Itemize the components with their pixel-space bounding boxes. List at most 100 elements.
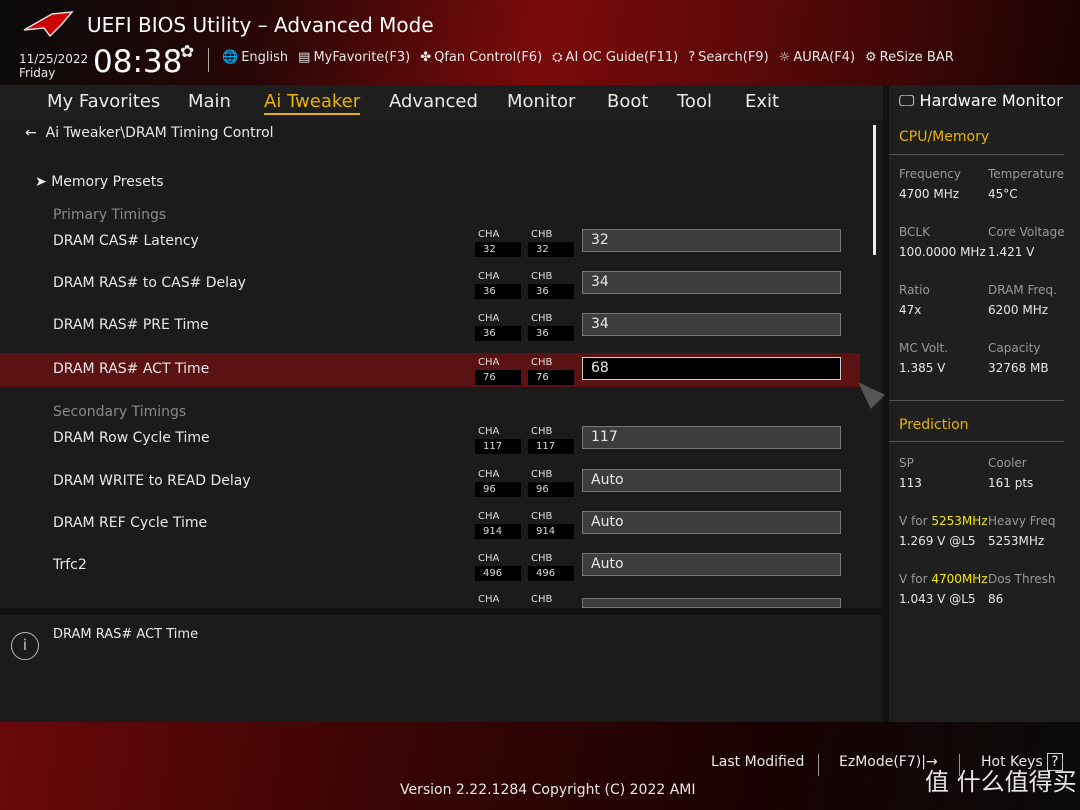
tab-monitor[interactable]: Monitor [507,85,575,112]
chb-readout: CHB 36 [528,313,574,341]
monitor-ratio: Ratio 47x [899,283,930,317]
tool-search-f9-[interactable]: ? Search(F9) [688,50,768,65]
table-row-partial[interactable]: CHA CHB [0,594,860,608]
tab-boot[interactable]: Boot [607,85,648,112]
version-text: Version 2.22.1284 Copyright (C) 2022 AMI [400,782,696,798]
chb-readout: CHB 96 [528,469,574,497]
tool-myfavorite-f3-[interactable]: ▤ MyFavorite(F3) [298,50,410,65]
divider [818,754,819,776]
v-for-4700: V for 4700MHz 1.043 V @L5 [899,572,988,606]
divider [889,441,1064,442]
value-input[interactable]: 34 [582,271,841,294]
date: 11/25/2022 Friday [19,52,89,80]
last-modified-button[interactable]: Last Modified [711,754,804,770]
sp: SP 113 [899,456,922,490]
chb-readout: CHB 76 [528,357,574,385]
cha-readout: CHA 36 [475,271,521,299]
favorite-icon: ▤ [298,50,311,65]
tool-aura-f4-[interactable]: ☼ AURA(F4) [779,50,855,65]
tool-qfan-control-f6-[interactable]: ✤ Qfan Control(F6) [420,50,542,65]
main-tabs: My Favorites Main Ai Tweaker Advanced Monito… [0,85,883,119]
cha-readout: CHA 496 [475,553,521,581]
table-row[interactable]: DRAM RAS# ACT Time CHA 76 CHB 76 68 [0,353,860,387]
footer: Last Modified EzMode(F7)|→ Hot Keys ? Ve… [0,722,1080,810]
breadcrumb[interactable]: ← Ai Tweaker\DRAM Timing Control [25,125,274,141]
aura-icon: ☼ [778,50,791,65]
ai-oc-icon: ⛭ [552,50,563,65]
scrollbar[interactable] [873,125,876,255]
chb-readout: CHB 496 [528,553,574,581]
value-input[interactable]: 68 [582,357,841,380]
divider [889,400,1064,401]
heavy-freq: Heavy Freq 5253MHz [988,514,1056,548]
tab-advanced[interactable]: Advanced [389,85,478,112]
toolbar: 🌐 English ▤ MyFavorite(F3) ✤ Qfan Control(F6)… [222,50,954,65]
app-title: UEFI BIOS Utility – Advanced Mode [87,13,434,37]
monitor-dram-freq-: DRAM Freq. 6200 MHz [988,283,1057,317]
dos-thresh: Dos Thresh 86 [988,572,1056,606]
monitor-icon: 🖵 [899,91,915,110]
tab-my-favorites[interactable]: My Favorites [47,85,160,112]
value-input[interactable]: 117 [582,426,841,449]
resize-bar-icon: ⚙ [865,50,877,65]
prediction-heading: Prediction [899,417,969,433]
divider [889,154,1064,155]
fan-icon: ✤ [420,50,432,65]
chb-readout: CHB 36 [528,271,574,299]
cpu-memory-heading: CPU/Memory [899,129,990,145]
table-row[interactable]: DRAM REF Cycle Time CHA 914 CHB 914 Auto [0,507,860,541]
gear-icon[interactable]: ✿ [180,42,194,62]
table-row[interactable]: DRAM RAS# PRE Time CHA 36 CHB 36 34 [0,309,860,343]
info-icon: i [11,632,39,660]
hardware-monitor-title: 🖵 Hardware Monitor [899,91,1063,110]
cha-readout: CHA 32 [475,229,521,257]
search-icon: ? [688,50,696,65]
value-input[interactable]: Auto [582,469,841,492]
tab-main[interactable]: Main [188,85,231,112]
table-row[interactable]: DRAM CAS# Latency CHA 32 CHB 32 32 [0,225,860,259]
help-text: DRAM RAS# ACT Time [53,627,199,642]
tab-exit[interactable]: Exit [745,85,779,112]
chb-readout: CHB 117 [528,426,574,454]
cha-readout: CHA 914 [475,511,521,539]
tool-ai-oc-guide-f11-[interactable]: ⛭ AI OC Guide(F11) [552,50,678,65]
value-input[interactable]: Auto [582,553,841,576]
table-row[interactable]: DRAM WRITE to READ Delay CHA 96 CHB 96 Aut… [0,465,860,499]
cooler: Cooler 161 pts [988,456,1034,490]
value-input[interactable]: Auto [582,511,841,534]
value-input[interactable]: 32 [582,229,841,252]
help-panel: i DRAM RAS# ACT Time [0,615,883,722]
monitor-bclk: BCLK 100.0000 MHz [899,225,986,259]
tab-ai-tweaker[interactable]: Ai Tweaker [264,85,361,115]
divider [208,48,209,72]
tab-tool[interactable]: Tool [677,85,712,112]
watermark: 值 什么值得买 [925,768,1077,796]
header: UEFI BIOS Utility – Advanced Mode 11/25/… [0,0,1080,85]
globe-icon: 🌐 [222,50,239,65]
tool-english[interactable]: 🌐 English [222,50,288,65]
monitor-frequency: Frequency 4700 MHz [899,167,961,201]
table-row[interactable]: Trfc2 CHA 496 CHB 496 Auto [0,549,860,583]
tool-resize-bar[interactable]: ⚙ ReSize BAR [865,50,954,65]
back-arrow-icon[interactable]: ← [25,125,37,141]
monitor-core-voltage: Core Voltage 1.421 V [988,225,1065,259]
main-panel: ← Ai Tweaker\DRAM Timing Control ➤ Memor… [0,119,883,608]
clock: 08:38 [93,44,183,80]
value-input[interactable]: 34 [582,313,841,336]
ezmode-button[interactable]: EzMode(F7)|→ [839,754,938,770]
hardware-monitor: 🖵 Hardware Monitor CPU/Memory Frequency 4… [889,85,1080,722]
chb-readout: CHB 914 [528,511,574,539]
monitor-mc-volt-: MC Volt. 1.385 V [899,341,949,375]
memory-presets-item[interactable]: ➤ Memory Presets [0,166,860,200]
v-for-5253: V for 5253MHz 1.269 V @L5 [899,514,988,548]
rog-logo [23,11,74,38]
monitor-temperature: Temperature 45°C [988,167,1065,201]
chb-readout: CHB 32 [528,229,574,257]
table-row[interactable]: DRAM RAS# to CAS# Delay CHA 36 CHB 36 34 [0,267,860,301]
monitor-capacity: Capacity 32768 MB [988,341,1049,375]
table-row[interactable]: DRAM Row Cycle Time CHA 117 CHB 117 117 [0,422,860,456]
cha-readout: CHA 36 [475,313,521,341]
cha-readout: CHA 76 [475,357,521,385]
cha-readout: CHA 117 [475,426,521,454]
cha-readout: CHA 96 [475,469,521,497]
